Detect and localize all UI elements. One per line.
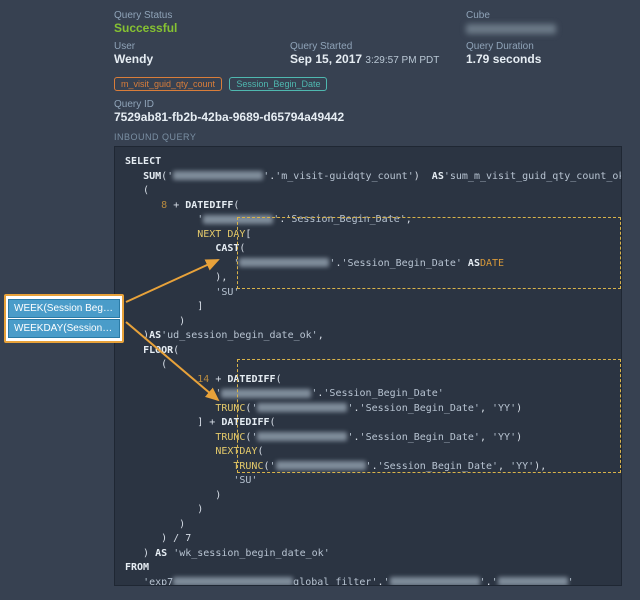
duration-label: Query Duration bbox=[466, 41, 622, 52]
highlight-box-2 bbox=[237, 359, 621, 473]
callout-panel: WEEK(Session Begin.. WEEKDAY(Session Be.… bbox=[4, 294, 124, 343]
callout-group: WEEK(Session Begin.. WEEKDAY(Session Be.… bbox=[4, 294, 124, 343]
user-value: Wendy bbox=[114, 52, 270, 66]
queryid-value: 7529ab81-fb2b-42ba-9689-d65794a49442 bbox=[114, 110, 622, 124]
cube-label: Cube bbox=[466, 10, 622, 21]
duration-value: 1.79 seconds bbox=[466, 52, 622, 66]
tag-dimension[interactable]: Session_Begin_Date bbox=[229, 77, 327, 91]
status-block: Query Status Successful bbox=[114, 10, 270, 35]
callout-week[interactable]: WEEK(Session Begin.. bbox=[8, 299, 120, 318]
cube-block: Cube bbox=[466, 10, 622, 35]
status-label: Query Status bbox=[114, 10, 270, 21]
section-label: INBOUND QUERY bbox=[114, 132, 622, 142]
user-block: User Wendy bbox=[114, 41, 270, 66]
queryid-label: Query ID bbox=[114, 99, 622, 110]
started-value: Sep 15, 2017 3:29:57 PM PDT bbox=[290, 52, 446, 66]
tag-row: m_visit_guid_qty_count Session_Begin_Dat… bbox=[114, 76, 622, 91]
query-detail-panel: Query Status Successful Cube User Wendy … bbox=[100, 0, 636, 596]
user-label: User bbox=[114, 41, 270, 52]
callout-weekday[interactable]: WEEKDAY(Session Be.. bbox=[8, 319, 120, 338]
tag-measure[interactable]: m_visit_guid_qty_count bbox=[114, 77, 222, 91]
meta-grid: Query Status Successful Cube User Wendy … bbox=[114, 10, 622, 66]
duration-block: Query Duration 1.79 seconds bbox=[466, 41, 622, 66]
sql-code[interactable]: SELECT SUM(''.'m_visit-guidqty_count') A… bbox=[114, 146, 622, 586]
started-block: Query Started Sep 15, 2017 3:29:57 PM PD… bbox=[290, 41, 446, 66]
cube-value bbox=[466, 21, 622, 35]
started-label: Query Started bbox=[290, 41, 446, 52]
highlight-box-1 bbox=[237, 217, 621, 289]
status-value: Successful bbox=[114, 21, 270, 35]
